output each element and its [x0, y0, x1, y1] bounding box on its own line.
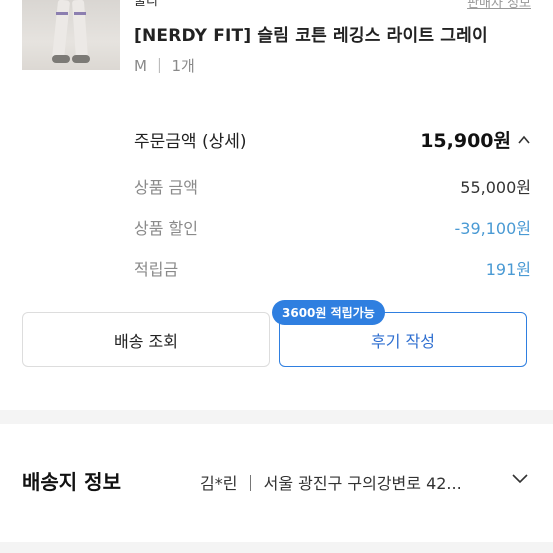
thumbnail-leg — [51, 0, 71, 61]
section-divider — [0, 542, 553, 553]
seller-info-link[interactable]: 판매자 정보 — [467, 0, 531, 11]
order-total-value-group: 15,900원 — [420, 126, 531, 153]
section-divider — [0, 410, 553, 424]
thumbnail-shoe — [52, 55, 70, 63]
discount-value: -39,100원 — [454, 219, 531, 238]
thumbnail-leg — [71, 0, 89, 61]
product-thumbnail[interactable] — [22, 0, 120, 70]
seller-name: 쿨리 — [134, 0, 158, 9]
track-shipping-label: 배송 조회 — [114, 331, 178, 351]
product-amount-row: 상품 금액 55,000원 — [134, 174, 531, 198]
discount-row: 상품 할인 -39,100원 — [134, 215, 531, 239]
chevron-down-icon[interactable] — [510, 470, 530, 486]
order-total-row[interactable]: 주문금액 (상세) 15,900원 — [134, 126, 531, 153]
product-name[interactable]: [NERDY FIT] 슬림 코튼 레깅스 라이트 그레이 — [134, 21, 488, 46]
points-row: 적립금 191원 — [134, 256, 531, 280]
product-amount-value: 55,000원 — [460, 178, 531, 197]
order-total-label: 주문금액 (상세) — [134, 132, 247, 152]
product-amount-label: 상품 금액 — [134, 178, 198, 197]
thumbnail-sock-stripe — [74, 12, 86, 15]
discount-label: 상품 할인 — [134, 219, 198, 238]
chevron-up-icon[interactable] — [517, 133, 531, 147]
points-label: 적립금 — [134, 260, 179, 279]
thumbnail-sock-stripe — [56, 12, 68, 15]
review-points-badge: 3600원 적립가능 — [272, 300, 385, 325]
thumbnail-shoe — [72, 55, 90, 63]
product-option: M ｜ 1개 — [134, 57, 195, 75]
write-review-label: 후기 작성 — [371, 331, 435, 351]
points-value: 191원 — [485, 260, 531, 279]
shipping-address-summary[interactable]: 김*린 ｜ 서울 광진구 구의강변로 42... — [200, 470, 462, 494]
shipping-info-title: 배송지 정보 — [22, 470, 121, 494]
order-total-value: 15,900원 — [420, 130, 511, 152]
track-shipping-button[interactable]: 배송 조회 — [22, 312, 270, 367]
